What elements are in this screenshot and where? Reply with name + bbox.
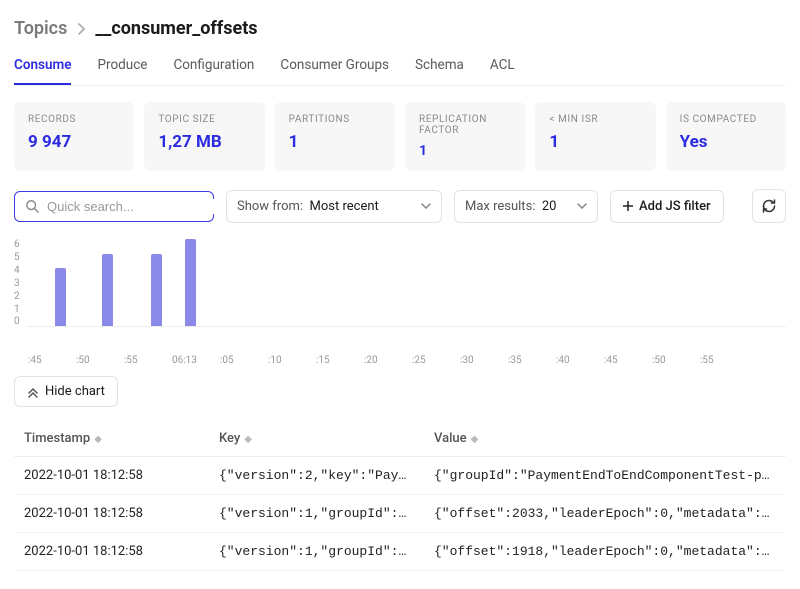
search-input-wrapper[interactable]: [14, 191, 214, 222]
showfrom-value: Most recent: [310, 199, 379, 214]
cell-key: {"version":2,"key":"Paym…: [209, 457, 424, 495]
sort-icon: ◆: [244, 434, 252, 445]
stat-label: < MIN ISR: [549, 114, 641, 125]
breadcrumb-current: __consumer_offsets: [95, 18, 257, 39]
hide-chart-label: Hide chart: [45, 384, 105, 399]
stat-partitions: PARTITIONS 1: [275, 102, 395, 171]
search-icon: [25, 199, 39, 213]
add-js-filter-button[interactable]: Add JS filter: [610, 190, 724, 223]
stat-label: IS COMPACTED: [680, 114, 772, 125]
table-row[interactable]: 2022-10-01 18:12:58 {"version":1,"groupI…: [14, 495, 786, 533]
chart-plot: [26, 239, 786, 327]
stat-value: Yes: [680, 133, 772, 152]
cell-timestamp: 2022-10-01 18:12:58: [14, 533, 209, 571]
maxresults-label: Max results:: [465, 199, 535, 214]
stat-replication-factor: REPLICATION FACTOR 1: [405, 102, 525, 171]
tab-schema[interactable]: Schema: [415, 57, 464, 85]
controls-row: Show from: Most recent Max results: 20 A…: [14, 189, 786, 223]
stat-label: PARTITIONS: [289, 114, 381, 125]
stat-records: RECORDS 9 947: [14, 102, 134, 171]
chevron-down-icon: [421, 203, 431, 209]
chart-bar: [55, 268, 66, 326]
stat-label: RECORDS: [28, 114, 120, 125]
hide-chart-button[interactable]: Hide chart: [14, 376, 118, 407]
stat-label: REPLICATION FACTOR: [419, 114, 511, 136]
cell-key: {"version":1,"groupId":"…: [209, 495, 424, 533]
search-input[interactable]: [47, 199, 223, 214]
refresh-icon: [761, 198, 777, 214]
stat-value: 1,27 MB: [158, 133, 250, 152]
messages-table: Timestamp◆ Key◆ Value◆ 2022-10-01 18:12:…: [14, 421, 786, 571]
stat-value: 1: [419, 144, 511, 159]
tab-consume[interactable]: Consume: [14, 57, 71, 85]
table-row[interactable]: 2022-10-01 18:12:58 {"version":1,"groupI…: [14, 533, 786, 571]
maxresults-value: 20: [542, 199, 557, 214]
stat-is-compacted: IS COMPACTED Yes: [666, 102, 786, 171]
tab-consumer-groups[interactable]: Consumer Groups: [280, 57, 389, 85]
stats-row: RECORDS 9 947 TOPIC SIZE 1,27 MB PARTITI…: [14, 102, 786, 171]
stat-value: 1: [549, 133, 641, 152]
cell-value: {"offset":1918,"leaderEpoch":0,"metadata…: [424, 533, 786, 571]
refresh-button[interactable]: [752, 189, 786, 223]
maxresults-select[interactable]: Max results: 20: [454, 190, 598, 223]
plus-icon: [623, 201, 633, 211]
table-row[interactable]: 2022-10-01 18:12:58 {"version":2,"key":"…: [14, 457, 786, 495]
sort-icon: ◆: [94, 434, 102, 445]
breadcrumb-root[interactable]: Topics: [14, 18, 67, 39]
chart-bar: [102, 254, 113, 327]
chart-bar: [185, 239, 196, 326]
tab-produce[interactable]: Produce: [97, 57, 147, 85]
chart-xaxis: :45 :50 :55 06:13 :05 :10 :15 :20 :25 :3…: [28, 355, 786, 366]
showfrom-label: Show from:: [237, 199, 303, 214]
sort-icon: ◆: [471, 434, 479, 445]
chevrons-up-icon: [27, 386, 39, 398]
message-chart: 6 5 4 3 2 1 0 :45 :50 :55 06:13 :05 :10 …: [14, 239, 786, 366]
col-key[interactable]: Key◆: [209, 421, 424, 457]
tab-configuration[interactable]: Configuration: [173, 57, 254, 85]
cell-value: {"offset":2033,"leaderEpoch":0,"metadata…: [424, 495, 786, 533]
tab-acl[interactable]: ACL: [490, 57, 515, 85]
tab-bar: Consume Produce Configuration Consumer G…: [14, 57, 786, 86]
col-timestamp[interactable]: Timestamp◆: [14, 421, 209, 457]
breadcrumb: Topics __consumer_offsets: [14, 18, 786, 39]
chart-bar: [151, 254, 162, 327]
stat-value: 9 947: [28, 133, 120, 152]
cell-value: {"groupId":"PaymentEndToEndComponentTest…: [424, 457, 786, 495]
add-js-filter-label: Add JS filter: [639, 199, 711, 214]
stat-label: TOPIC SIZE: [158, 114, 250, 125]
showfrom-select[interactable]: Show from: Most recent: [226, 190, 442, 223]
stat-topic-size: TOPIC SIZE 1,27 MB: [144, 102, 264, 171]
chevron-down-icon: [577, 203, 587, 209]
cell-timestamp: 2022-10-01 18:12:58: [14, 495, 209, 533]
col-value[interactable]: Value◆: [424, 421, 786, 457]
cell-key: {"version":1,"groupId":"…: [209, 533, 424, 571]
cell-timestamp: 2022-10-01 18:12:58: [14, 457, 209, 495]
stat-min-isr: < MIN ISR 1: [535, 102, 655, 171]
chevron-right-icon: [77, 23, 85, 35]
stat-value: 1: [289, 133, 381, 152]
chart-yaxis: 6 5 4 3 2 1 0: [14, 239, 26, 327]
